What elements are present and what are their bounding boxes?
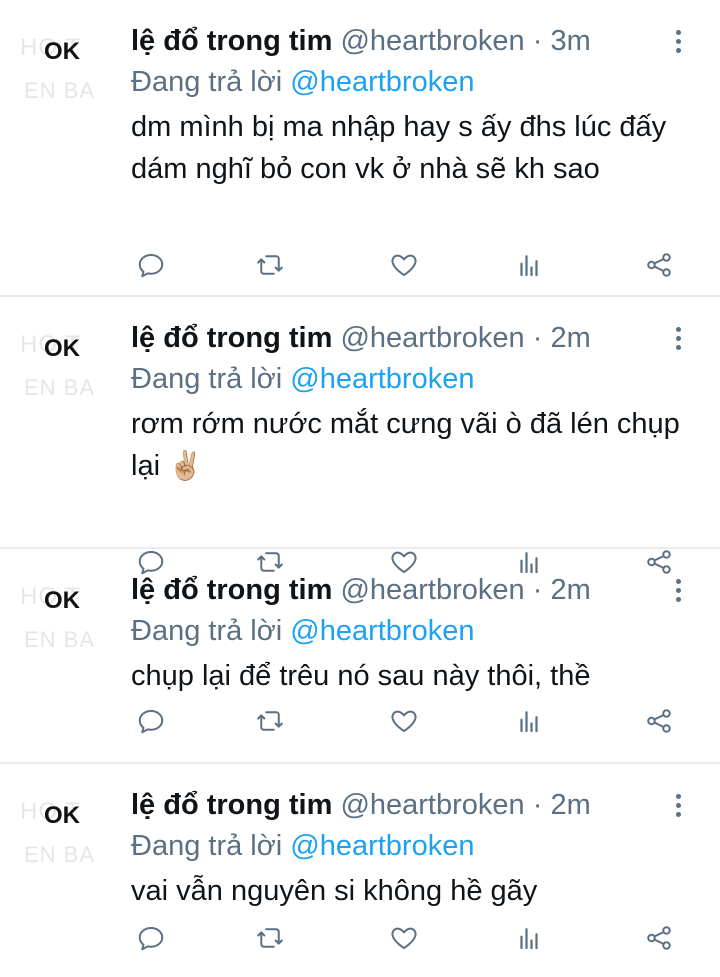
replying-to: Đang trả lời @heartbroken	[131, 826, 700, 866]
avatar[interactable]: HO T EN BA OK	[18, 569, 118, 652]
more-vertical-icon[interactable]	[672, 317, 686, 359]
tweet-text: rơm rớm nước mắt cưng vãi ò đã lén chụp …	[131, 403, 700, 487]
replying-prefix: Đang trả lời	[131, 615, 283, 647]
replying-handle-link[interactable]: @heartbroken	[290, 66, 474, 98]
tweet-actions	[131, 701, 701, 741]
user-handle[interactable]: @heartbroken	[340, 25, 524, 57]
display-name[interactable]: lệ đổ trong tim	[131, 322, 332, 354]
share-icon[interactable]	[639, 918, 679, 958]
avatar-label: OK	[44, 335, 80, 362]
tweet-content: lệ đổ trong tim @heartbroken · 2m Đang t…	[131, 784, 700, 912]
tweet-actions	[131, 245, 701, 285]
tweet-content: lệ đổ trong tim @heartbroken · 2m Đang t…	[131, 569, 700, 697]
avatar[interactable]: HO T EN BA OK	[18, 784, 118, 867]
user-handle[interactable]: @heartbroken	[340, 322, 524, 354]
tweet-content: lệ đổ trong tim @heartbroken · 2m Đang t…	[131, 317, 700, 487]
tweet-header: lệ đổ trong tim @heartbroken · 2m	[131, 569, 700, 611]
tweet-content: lệ đổ trong tim @heartbroken · 3m Đang t…	[131, 20, 700, 190]
avatar-watermark: EN BA	[24, 375, 96, 400]
avatar-label: OK	[44, 587, 80, 614]
replying-handle-link[interactable]: @heartbroken	[290, 830, 474, 862]
avatar-watermark: EN BA	[24, 627, 96, 652]
reply-icon[interactable]	[131, 918, 171, 958]
avatar-label: OK	[44, 802, 80, 829]
replying-prefix: Đang trả lời	[131, 363, 283, 395]
heart-icon[interactable]	[384, 918, 424, 958]
tweet-header: lệ đổ trong tim @heartbroken · 2m	[131, 784, 700, 826]
timestamp[interactable]: 3m	[550, 25, 590, 57]
retweet-icon[interactable]	[250, 245, 290, 285]
tweet-header: lệ đổ trong tim @heartbroken · 2m	[131, 317, 700, 359]
tweet-text-body: rơm rớm nước mắt cưng vãi ò đã lén chụp …	[131, 408, 680, 482]
replying-prefix: Đang trả lời	[131, 830, 283, 862]
share-icon[interactable]	[639, 701, 679, 741]
stats-icon[interactable]	[509, 701, 549, 741]
avatar-watermark: EN BA	[24, 842, 96, 867]
separator: ·	[532, 574, 543, 606]
replying-handle-link[interactable]: @heartbroken	[290, 615, 474, 647]
tweet[interactable]: HO T EN BA OK lệ đổ trong tim @heartbrok…	[0, 0, 720, 297]
retweet-icon[interactable]	[250, 701, 290, 741]
display-name[interactable]: lệ đổ trong tim	[131, 789, 332, 821]
user-handle[interactable]: @heartbroken	[340, 789, 524, 821]
heart-icon[interactable]	[384, 701, 424, 741]
tweet-text: dm mình bị ma nhập hay s ấy đhs lúc đấy …	[131, 106, 700, 190]
retweet-icon[interactable]	[250, 918, 290, 958]
tweet-text: chụp lại để trêu nó sau này thôi, thề	[131, 655, 700, 697]
timeline: HO T EN BA OK lệ đổ trong tim @heartbrok…	[0, 0, 720, 977]
victory-hand-emoji: ✌🏼	[168, 450, 203, 481]
display-name[interactable]: lệ đổ trong tim	[131, 25, 332, 57]
share-icon[interactable]	[639, 245, 679, 285]
heart-icon[interactable]	[384, 245, 424, 285]
replying-handle-link[interactable]: @heartbroken	[290, 363, 474, 395]
replying-to: Đang trả lời @heartbroken	[131, 611, 700, 651]
tweet-text: vai vẫn nguyên si không hề gãy	[131, 870, 700, 912]
reply-icon[interactable]	[131, 245, 171, 285]
separator: ·	[532, 789, 543, 821]
replying-to: Đang trả lời @heartbroken	[131, 62, 700, 102]
tweet[interactable]: HO T EN BA OK lệ đổ trong tim @heartbrok…	[0, 297, 720, 575]
tweet-text-body: vai vẫn nguyên si không hề gãy	[131, 875, 538, 907]
replying-to: Đang trả lời @heartbroken	[131, 359, 700, 399]
timestamp[interactable]: 2m	[550, 574, 590, 606]
tweet[interactable]: HO T EN BA OK lệ đổ trong tim @heartbrok…	[0, 764, 720, 977]
more-vertical-icon[interactable]	[672, 784, 686, 826]
avatar-label: OK	[44, 38, 80, 65]
more-vertical-icon[interactable]	[672, 569, 686, 611]
more-vertical-icon[interactable]	[672, 20, 686, 62]
avatar[interactable]: HO T EN BA OK	[18, 317, 118, 400]
tweet-text-body: chụp lại để trêu nó sau này thôi, thề	[131, 660, 591, 692]
display-name[interactable]: lệ đổ trong tim	[131, 574, 332, 606]
tweet[interactable]: HO T EN BA OK lệ đổ trong tim @heartbrok…	[0, 549, 720, 764]
stats-icon[interactable]	[509, 918, 549, 958]
replying-prefix: Đang trả lời	[131, 66, 283, 98]
avatar[interactable]: HO T EN BA OK	[18, 20, 118, 103]
stats-icon[interactable]	[509, 245, 549, 285]
timestamp[interactable]: 2m	[550, 789, 590, 821]
user-handle[interactable]: @heartbroken	[340, 574, 524, 606]
tweet-text-body: dm mình bị ma nhập hay s ấy đhs lúc đấy …	[131, 111, 667, 185]
timestamp[interactable]: 2m	[550, 322, 590, 354]
tweet-actions	[131, 918, 701, 958]
separator: ·	[532, 25, 543, 57]
separator: ·	[532, 322, 543, 354]
avatar-watermark: EN BA	[24, 78, 96, 103]
reply-icon[interactable]	[131, 701, 171, 741]
tweet-header: lệ đổ trong tim @heartbroken · 3m	[131, 20, 700, 62]
